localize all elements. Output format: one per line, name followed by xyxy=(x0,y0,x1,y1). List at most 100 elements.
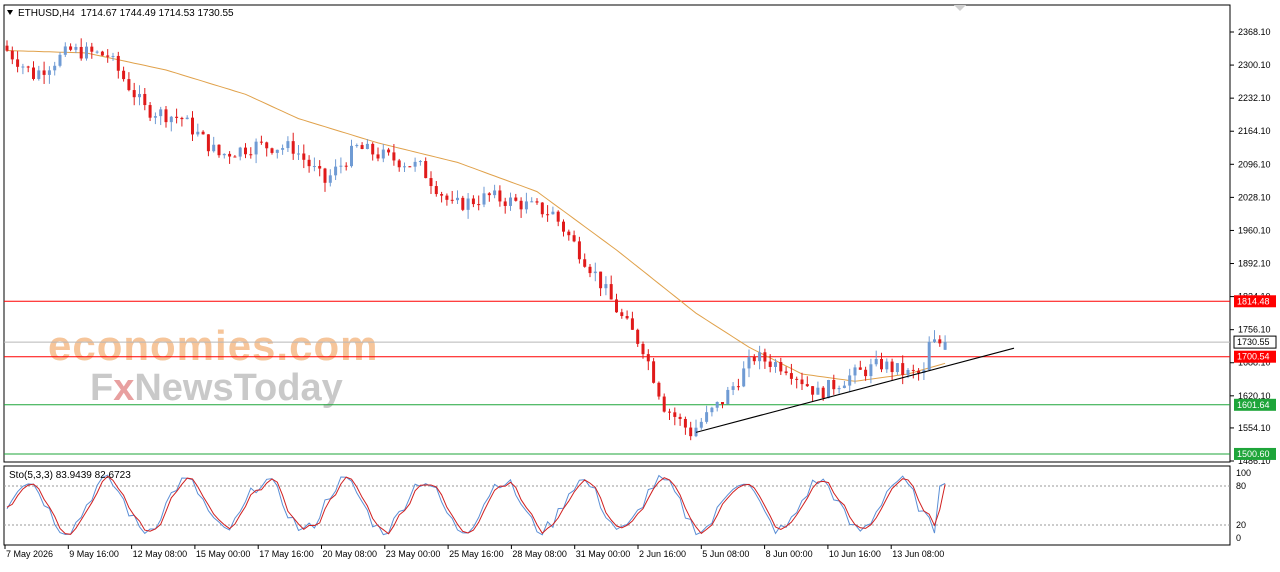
candle-bull xyxy=(509,197,512,206)
x-tick-label: 5 Jun 08:00 xyxy=(702,549,749,559)
candle-bear xyxy=(424,161,428,179)
x-tick-label: 31 May 00:00 xyxy=(576,549,631,559)
candle-bear xyxy=(821,387,825,399)
candle-bear xyxy=(620,312,624,317)
candle-bear xyxy=(736,386,740,388)
watermark: economies.com FxNewsToday xyxy=(48,322,377,409)
candle-bear xyxy=(392,152,396,161)
candle-bear xyxy=(630,318,634,330)
candle-bear xyxy=(583,259,587,267)
candle-bull xyxy=(842,385,846,389)
candle-bull xyxy=(312,166,316,168)
candle-bear xyxy=(26,66,30,68)
y-tick-label: 1892.10 xyxy=(1238,259,1271,269)
candle-bull xyxy=(874,358,878,365)
candle-bear xyxy=(503,201,507,206)
candle-bull xyxy=(153,116,157,118)
candle-bull xyxy=(21,66,25,68)
candle-bear xyxy=(673,412,677,417)
candle-bull xyxy=(355,145,359,147)
candle-bear xyxy=(657,382,661,397)
watermark-fxnewstoday: FxNewsToday xyxy=(90,367,343,409)
candle-bull xyxy=(254,141,258,155)
candle-bull xyxy=(593,271,597,274)
x-tick-label: 10 Jun 16:00 xyxy=(829,549,881,559)
x-tick-label: 2 Jun 16:00 xyxy=(639,549,686,559)
y-tick-label: 2164.10 xyxy=(1238,126,1271,136)
candle-bear xyxy=(206,134,210,152)
candle-bear xyxy=(763,352,767,362)
candle-bear xyxy=(562,221,565,232)
candle-bear xyxy=(678,416,682,419)
candle-bear xyxy=(42,70,46,75)
x-tick-label: 9 May 16:00 xyxy=(69,549,119,559)
candle-bull xyxy=(456,197,459,201)
x-tick-label: 23 May 00:00 xyxy=(386,549,441,559)
candle-bear xyxy=(265,142,269,149)
stoch-level-label: 20 xyxy=(1236,520,1246,530)
candle-bear xyxy=(201,131,205,135)
candle-bear xyxy=(535,201,539,203)
candle-bear xyxy=(556,211,560,222)
candle-bull xyxy=(731,386,735,390)
candle-bull xyxy=(524,201,528,210)
candle-bull xyxy=(159,109,163,117)
candle-bull xyxy=(747,357,751,369)
candle-bear xyxy=(938,339,942,344)
current-price-label: 1730.55 xyxy=(1237,337,1270,347)
candle-bull xyxy=(885,361,889,370)
candle-bear xyxy=(668,411,671,413)
candle-bull xyxy=(604,284,608,289)
candle-bear xyxy=(625,316,629,319)
stoch-level-label: 0 xyxy=(1236,533,1241,543)
candle-bear xyxy=(779,362,783,372)
candle-bear xyxy=(514,197,518,201)
price-chart[interactable]: economies.com FxNewsToday 2368.10 2300.10… xyxy=(0,0,1280,567)
candle-bear xyxy=(100,51,104,56)
candle-bear xyxy=(789,373,793,379)
x-tick-label: 20 May 08:00 xyxy=(323,549,378,559)
y-tick-label: 1756.10 xyxy=(1238,325,1271,335)
y-tick-label: 2232.10 xyxy=(1238,93,1271,103)
candle-bull xyxy=(906,369,910,375)
candle-bull xyxy=(816,387,820,395)
candle-bull xyxy=(933,339,936,342)
candle-bear xyxy=(880,358,883,370)
x-tick-label: 8 Jun 00:00 xyxy=(766,549,813,559)
candle-bear xyxy=(116,55,120,71)
candle-bear xyxy=(5,45,9,51)
candle-bear xyxy=(641,343,645,355)
candle-bear xyxy=(371,143,375,155)
candle-bull xyxy=(837,388,841,390)
candle-bull xyxy=(869,364,873,377)
x-tick-label: 12 May 08:00 xyxy=(133,549,188,559)
candle-bear xyxy=(864,369,868,377)
candle-bear xyxy=(498,190,502,202)
candle-bear xyxy=(249,154,253,156)
level-tag-label: 1500.60 xyxy=(1237,449,1270,459)
candle-bull xyxy=(138,93,141,98)
candle-bear xyxy=(477,204,481,206)
candle-bear xyxy=(546,214,550,216)
candle-bear xyxy=(487,193,491,196)
candle-bear xyxy=(609,284,613,300)
candle-bear xyxy=(175,116,179,118)
candle-bear xyxy=(244,147,247,155)
candle-bull xyxy=(418,161,422,163)
candle-bear xyxy=(259,141,263,143)
candle-bear xyxy=(143,93,147,106)
candle-bear xyxy=(291,141,295,154)
candle-bear xyxy=(588,266,592,274)
level-tag-label: 1700.54 xyxy=(1237,352,1270,362)
y-tick-label: 2300.10 xyxy=(1238,60,1271,70)
candle-bull xyxy=(212,144,216,152)
y-tick-label: 2368.10 xyxy=(1238,27,1271,37)
candle-bear xyxy=(599,271,603,289)
candle-bear xyxy=(148,105,152,118)
candle-bear xyxy=(471,198,475,205)
candle-bear xyxy=(16,59,20,67)
candle-bull xyxy=(493,190,497,196)
candle-bear xyxy=(689,427,693,437)
candle-bear xyxy=(721,402,724,405)
y-tick-label: 2028.10 xyxy=(1238,192,1271,202)
